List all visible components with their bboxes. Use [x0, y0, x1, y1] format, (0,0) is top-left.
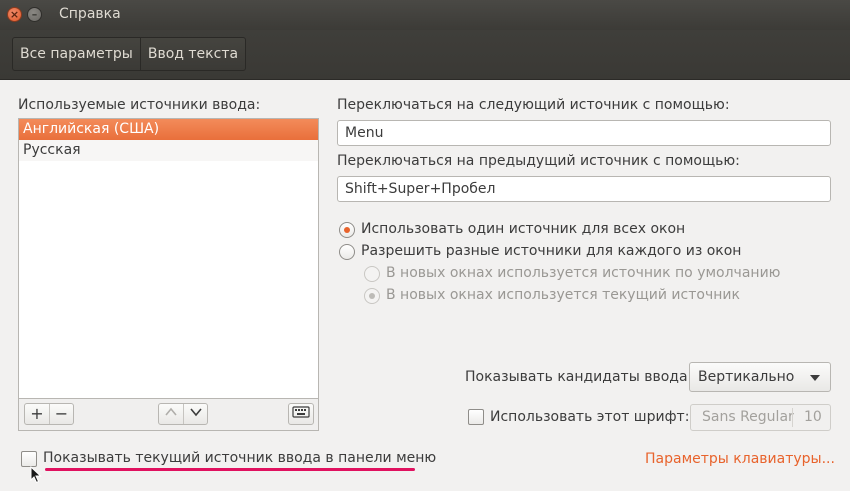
- chevron-up-icon: [165, 407, 177, 416]
- add-source-button[interactable]: +: [25, 404, 49, 424]
- font-chooser-button[interactable]: Sans Regular 10: [690, 404, 831, 431]
- per-window-radio[interactable]: [339, 244, 355, 260]
- font-name: Sans Regular: [702, 409, 794, 425]
- custom-font-checkbox[interactable]: [468, 409, 484, 425]
- minimize-button[interactable]: –: [27, 7, 42, 22]
- same-source-label[interactable]: Использовать один источник для всех окон: [361, 221, 685, 237]
- candidates-label: Показывать кандидаты ввода:: [465, 369, 693, 385]
- default-for-new-radio[interactable]: [364, 266, 380, 282]
- window-title: Справка: [59, 6, 121, 22]
- candidates-orientation-select[interactable]: Вертикально: [689, 362, 831, 392]
- reorder-group: [158, 403, 208, 425]
- close-button[interactable]: ×: [7, 7, 22, 22]
- keyboard-settings-link[interactable]: Параметры клавиатуры...: [645, 451, 835, 467]
- keyboard-icon: [292, 406, 310, 418]
- next-source-label: Переключаться на следующий источник с по…: [337, 97, 730, 113]
- show-indicator-checkbox[interactable]: [21, 451, 37, 467]
- next-source-shortcut-field[interactable]: Menu: [337, 120, 831, 146]
- show-layout-button[interactable]: [289, 404, 313, 424]
- dropdown-arrow-icon: [810, 375, 820, 381]
- remove-source-button[interactable]: −: [49, 404, 73, 424]
- chevron-down-icon: [189, 408, 202, 417]
- custom-font-label[interactable]: Использовать этот шрифт:: [490, 409, 689, 425]
- current-for-new-label: В новых окнах используется текущий источ…: [386, 287, 740, 303]
- list-item-english-us[interactable]: Английская (США): [19, 119, 318, 140]
- prev-source-shortcut-field[interactable]: Shift+Super+Пробел: [337, 176, 831, 202]
- highlight-underline: [45, 468, 415, 471]
- show-indicator-label[interactable]: Показывать текущий источник ввода в пане…: [43, 450, 436, 466]
- font-size: 10: [804, 409, 822, 425]
- breadcrumb: Все параметры Ввод текста: [12, 37, 247, 71]
- close-icon: ×: [9, 8, 20, 21]
- keyboard-layout-group: [288, 403, 314, 425]
- mouse-pointer-icon: [30, 466, 42, 484]
- font-separator: [792, 408, 793, 427]
- title-bar: × – Справка: [0, 0, 850, 30]
- minimize-icon: –: [31, 8, 38, 21]
- input-sources-list[interactable]: Английская (США) Русская: [18, 118, 319, 399]
- toolbar: Все параметры Ввод текста: [0, 30, 850, 80]
- move-down-button[interactable]: [183, 404, 207, 424]
- breadcrumb-text-entry[interactable]: Ввод текста: [139, 38, 245, 70]
- per-window-label[interactable]: Разрешить разные источники для каждого и…: [361, 243, 741, 259]
- list-item-russian[interactable]: Русская: [19, 140, 318, 161]
- candidates-value: Вертикально: [698, 369, 795, 385]
- add-remove-group: + −: [24, 403, 74, 425]
- sources-label: Используемые источники ввода:: [18, 97, 261, 113]
- sources-toolbar: + −: [18, 399, 319, 431]
- default-for-new-label: В новых окнах используется источник по у…: [386, 265, 781, 281]
- breadcrumb-all-settings[interactable]: Все параметры: [13, 38, 140, 70]
- same-source-radio[interactable]: [339, 222, 355, 238]
- move-up-button[interactable]: [159, 404, 183, 424]
- prev-source-label: Переключаться на предыдущий источник с п…: [337, 153, 740, 169]
- current-for-new-radio[interactable]: [364, 288, 380, 304]
